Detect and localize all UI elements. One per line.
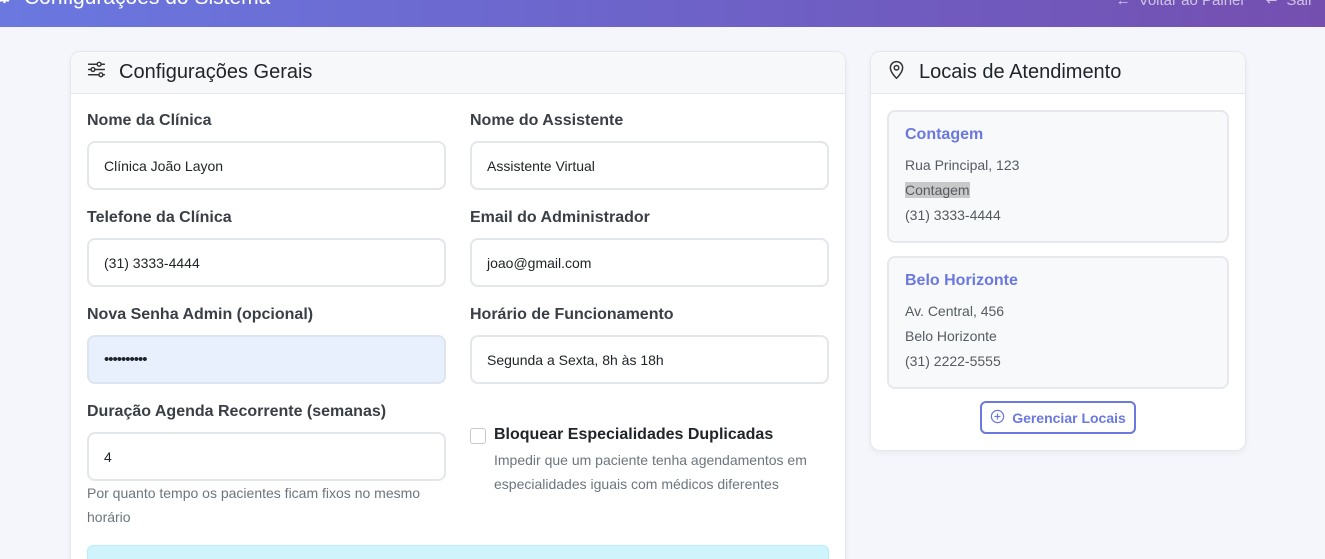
clinic-name-label: Nome da Clínica: [87, 112, 212, 129]
assistant-name-group: Nome do Assistente: [470, 112, 623, 130]
assistant-name-label: Nome do Assistente: [470, 112, 624, 129]
block-duplicates-label[interactable]: Bloquear Especialidades Duplicadas: [494, 426, 773, 444]
locations-card: Locais de Atendimento Contagem Rua Princ…: [870, 51, 1246, 451]
arrow-left-icon: ←: [1115, 0, 1131, 9]
admin-email-input[interactable]: joao@gmail.com: [470, 238, 829, 287]
recurring-duration-group: Duração Agenda Recorrente (semanas): [87, 403, 386, 421]
opening-hours-label: Horário de Funcionamento: [470, 306, 674, 323]
opening-hours-group: Horário de Funcionamento: [470, 306, 674, 324]
logout-link[interactable]: ↩ Sair: [1266, 0, 1313, 9]
location-name: Belo Horizonte: [905, 272, 1018, 289]
location-card-contagem: Contagem Rua Principal, 123 Contagem (31…: [887, 110, 1229, 243]
map-pin-icon: [886, 59, 907, 86]
admin-password-input[interactable]: ••••••••••: [87, 335, 446, 384]
logout-icon: ↩: [1265, 0, 1279, 9]
logout-label: Sair: [1286, 0, 1313, 9]
info-alert: [87, 545, 829, 559]
block-duplicates-checkbox[interactable]: [470, 428, 486, 444]
clinic-name-group: Nome da Clínica: [87, 112, 211, 130]
page-title: Configurações do Sistema: [24, 0, 270, 10]
admin-email-label: Email do Administrador: [470, 209, 650, 226]
location-name: Contagem: [905, 126, 984, 143]
admin-password-group: Nova Senha Admin (opcional): [87, 306, 313, 324]
clinic-phone-label: Telefone da Clínica: [87, 209, 232, 226]
gear-icon: [0, 0, 14, 10]
block-duplicates-help: Impedir que um paciente tenha agendament…: [494, 448, 834, 496]
block-duplicates-help-line-1: Impedir que um paciente tenha agendament…: [494, 452, 807, 468]
back-to-panel-link[interactable]: ← Voltar ao Painel: [1116, 0, 1244, 9]
general-settings-card: Configurações Gerais Nome da Clínica Clí…: [70, 51, 846, 559]
clinic-phone-group: Telefone da Clínica: [87, 209, 232, 227]
location-city-text: Contagem: [905, 182, 970, 198]
location-address: Av. Central, 456: [905, 303, 1005, 319]
back-to-panel-label: Voltar ao Painel: [1138, 0, 1244, 9]
top-navbar: Configurações do Sistema ← Voltar ao Pai…: [0, 0, 1325, 27]
recurring-help-line-1: Por quanto tempo os pacientes ficam fixo…: [87, 485, 421, 501]
recurring-duration-help: Por quanto tempo os pacientes ficam fixo…: [87, 481, 467, 529]
clinic-name-input[interactable]: Clínica João Layon: [87, 141, 446, 190]
clinic-phone-input[interactable]: (31) 3333-4444: [87, 238, 446, 287]
plus-circle-icon: [990, 409, 1005, 427]
admin-password-label: Nova Senha Admin (opcional): [87, 306, 314, 323]
navbar-brand: Configurações do Sistema: [0, 0, 270, 10]
sliders-icon: [86, 59, 107, 86]
assistant-name-input[interactable]: Assistente Virtual: [470, 141, 829, 190]
recurring-help-line-2: horário: [87, 509, 131, 525]
location-phone: (31) 2222-5555: [905, 353, 1001, 369]
admin-email-group: Email do Administrador: [470, 209, 650, 227]
locations-title: Locais de Atendimento: [919, 61, 1122, 83]
recurring-duration-input[interactable]: 4: [87, 432, 446, 481]
location-city: Contagem: [905, 178, 1211, 203]
manage-locations-button[interactable]: Gerenciar Locais: [980, 401, 1136, 434]
opening-hours-input[interactable]: Segunda a Sexta, 8h às 18h: [470, 335, 829, 384]
block-duplicates-help-line-2: especialidades iguais com médicos difere…: [494, 476, 779, 492]
location-city: Belo Horizonte: [905, 328, 997, 344]
locations-header: Locais de Atendimento: [871, 52, 1245, 94]
location-address: Rua Principal, 123: [905, 157, 1020, 173]
general-settings-title: Configurações Gerais: [119, 61, 313, 83]
general-settings-header: Configurações Gerais: [71, 52, 845, 94]
location-card-belo-horizonte: Belo Horizonte Av. Central, 456 Belo Hor…: [887, 256, 1229, 389]
location-phone: (31) 3333-4444: [905, 207, 1001, 223]
recurring-duration-label: Duração Agenda Recorrente (semanas): [87, 403, 387, 420]
manage-locations-label: Gerenciar Locais: [1012, 409, 1126, 426]
